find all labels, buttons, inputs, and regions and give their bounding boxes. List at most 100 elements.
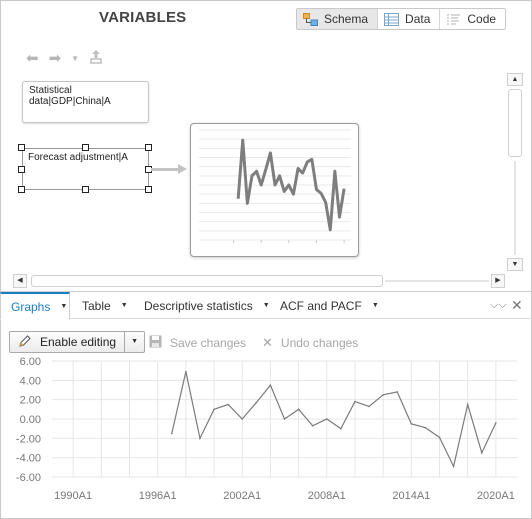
data-point	[340, 427, 342, 430]
schema-view-label: Schema	[324, 12, 369, 26]
code-icon	[446, 13, 461, 26]
enable-editing-label: Enable editing	[40, 335, 117, 349]
resize-handle[interactable]	[82, 144, 89, 151]
data-point	[199, 437, 201, 440]
link-arrow	[151, 168, 179, 171]
data-point	[311, 424, 314, 427]
data-point	[382, 394, 384, 396]
page-title: VARIABLES	[99, 9, 187, 26]
export-icon[interactable]	[89, 49, 103, 67]
edit-toolbar: Enable editing ▼	[9, 331, 146, 353]
data-point	[170, 432, 173, 435]
data-point	[227, 403, 229, 406]
data-point	[269, 384, 272, 386]
x-tick-label: 2002A1	[223, 490, 261, 502]
gdp-node-label: Statistical data|GDP|China|A	[29, 85, 111, 107]
data-point	[466, 403, 469, 406]
schema-view-button[interactable]: Schema	[297, 9, 379, 29]
resize-handle[interactable]	[82, 186, 89, 193]
data-view-label: Data	[405, 12, 431, 26]
scrollbar-thumb[interactable]	[508, 89, 522, 157]
save-changes-label: Save changes	[170, 336, 247, 350]
resize-handle[interactable]	[18, 144, 25, 151]
tab-graphs[interactable]: Graphs ▼	[0, 292, 70, 320]
chevron-down-icon[interactable]: ▼	[263, 302, 270, 309]
graph-area: 6.00 4.00 2.00 0.00 -2.00 -4.00 -6.00 1990A1 199…	[0, 353, 532, 513]
y-tick-label: 0.00	[20, 414, 41, 426]
scroll-down-icon[interactable]: ▼	[507, 258, 523, 271]
arrow-left-icon[interactable]: ⬅	[26, 51, 39, 66]
arrow-right-icon[interactable]: ➡	[49, 51, 62, 66]
gdp-variable-node[interactable]: Statistical data|GDP|China|A	[22, 81, 149, 123]
data-point	[297, 408, 300, 411]
x-tick-label: 2008A1	[308, 490, 346, 502]
data-point	[424, 426, 427, 429]
resize-handle[interactable]	[18, 166, 25, 173]
scrollbar-track	[385, 280, 489, 282]
schema-icon	[303, 12, 318, 26]
chart-node[interactable]	[190, 123, 359, 257]
data-point	[410, 423, 413, 425]
tab-acf-pacf[interactable]: ACF and PACF ▼	[270, 292, 389, 319]
data-table-icon	[384, 12, 400, 26]
panel-tabs: Graphs ▼ Table ▼ Descriptive statistics …	[0, 292, 532, 320]
forecast-node-label: Forecast adjustment|A	[28, 152, 128, 163]
data-point	[283, 418, 286, 420]
data-view-button[interactable]: Data	[378, 9, 441, 29]
y-tick-label: -6.00	[16, 472, 41, 484]
close-icon[interactable]: ✕	[511, 297, 523, 314]
scroll-left-icon[interactable]: ◀	[13, 274, 27, 288]
scrollbar-track	[514, 161, 516, 255]
code-view-label: Code	[467, 12, 497, 26]
data-point	[495, 422, 497, 424]
resize-handle[interactable]	[145, 186, 152, 193]
tab-acf-label: ACF and PACF	[280, 298, 362, 313]
chevron-down-icon[interactable]: ▼	[121, 302, 128, 309]
schema-toolbar: ⬅ ➡ ▼	[26, 49, 103, 67]
tab-descriptive-label: Descriptive statistics	[144, 298, 253, 313]
data-point	[368, 405, 370, 408]
data-point	[185, 370, 187, 373]
code-view-button[interactable]: Code	[440, 9, 505, 29]
forecast-adjustment-node[interactable]: Forecast adjustment|A	[22, 148, 149, 190]
data-point	[396, 391, 399, 393]
save-icon	[149, 335, 162, 351]
scroll-right-icon[interactable]: ▶	[491, 274, 505, 288]
link-arrow-head	[178, 164, 187, 174]
view-switch: Schema Data Code	[296, 8, 507, 30]
horizontal-scrollbar[interactable]: ◀ ▶	[13, 274, 507, 288]
vertical-scrollbar[interactable]: ▲ ▼	[507, 73, 523, 273]
undo-changes-button[interactable]: ✕ Undo changes	[262, 335, 358, 351]
y-tick-label: 2.00	[20, 395, 41, 407]
enable-editing-dropdown[interactable]: ▼	[125, 331, 146, 353]
scroll-up-icon[interactable]: ▲	[507, 73, 523, 86]
resize-handle[interactable]	[145, 144, 152, 151]
x-tick-label: 2020A1	[477, 490, 515, 502]
scrollbar-thumb[interactable]	[31, 275, 383, 287]
data-point	[241, 418, 244, 420]
data-point	[480, 452, 483, 454]
tab-descriptive-statistics[interactable]: Descriptive statistics ▼	[134, 292, 280, 319]
data-point	[255, 401, 258, 404]
tab-table[interactable]: Table ▼	[72, 292, 138, 319]
y-tick-label: -2.00	[16, 433, 41, 445]
y-tick-label: 4.00	[20, 375, 41, 387]
x-tick-label: 1996A1	[139, 490, 177, 502]
pencil-icon	[18, 334, 32, 351]
tab-graphs-label: Graphs	[11, 299, 51, 314]
x-tick-label: 2014A1	[392, 490, 430, 502]
undo-changes-label: Undo changes	[280, 336, 359, 350]
y-tick-label: 6.00	[20, 356, 41, 368]
x-tick-label: 1990A1	[54, 490, 92, 502]
line-chart: 6.00 4.00 2.00 0.00 -2.00 -4.00 -6.00 1990A1 199…	[16, 356, 517, 502]
enable-editing-button[interactable]: Enable editing	[9, 331, 126, 353]
chevron-down-icon[interactable]: ▼	[60, 303, 67, 310]
resize-handle[interactable]	[18, 186, 25, 193]
tab-table-label: Table	[82, 298, 111, 313]
save-changes-button[interactable]: Save changes	[149, 335, 246, 351]
collapse-icon[interactable]: ⌵⌵	[490, 299, 507, 312]
data-point	[438, 436, 441, 439]
chevron-down-icon[interactable]: ▼	[372, 302, 379, 309]
y-tick-label: -4.00	[16, 453, 41, 465]
chevron-down-icon[interactable]: ▼	[71, 51, 79, 66]
